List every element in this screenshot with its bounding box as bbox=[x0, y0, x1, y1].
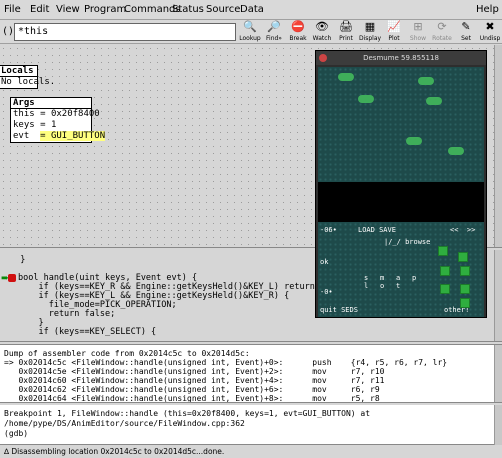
args-title: Args bbox=[11, 98, 91, 109]
cloud-sprite bbox=[406, 137, 422, 145]
green-block bbox=[460, 284, 470, 294]
toolbar: (): *this 🔍 Lookup 🔎 Find» ⛔ Break 👁 Wat… bbox=[0, 20, 502, 44]
find-button[interactable]: 🔎 Find» bbox=[262, 20, 286, 44]
find-icon: 🔎 bbox=[267, 20, 281, 33]
rotate-icon: ⟳ bbox=[437, 20, 447, 33]
emulator-window[interactable]: Desmume 59.855118 -06• LOAD SAVE << >> |… bbox=[315, 50, 487, 318]
argument-input[interactable]: *this bbox=[14, 23, 236, 41]
emulator-title: Desmume 59.855118 bbox=[363, 54, 439, 62]
green-block bbox=[440, 266, 450, 276]
menu-status[interactable]: Status bbox=[172, 4, 204, 15]
gdb-console[interactable]: Breakpoint 1, FileWindow::handle (this=0… bbox=[0, 405, 502, 445]
menubar: File Edit View Program Commands Status S… bbox=[0, 0, 502, 20]
status-text: ∆ Disassembling location 0x2014c5c to 0x… bbox=[4, 447, 225, 456]
nav-arrows[interactable]: << >> bbox=[450, 226, 475, 234]
watch-icon: 👁 bbox=[315, 20, 329, 33]
quit-button[interactable]: quit SEDS bbox=[320, 306, 358, 314]
asm-line: => 0x02014c5c <FileWindow::handle(unsign… bbox=[4, 358, 448, 367]
menu-file[interactable]: File bbox=[4, 4, 21, 15]
menu-source[interactable]: Source bbox=[206, 4, 240, 15]
print-button[interactable]: 🖨 Print bbox=[334, 20, 358, 44]
green-block bbox=[460, 266, 470, 276]
cloud-sprite bbox=[448, 147, 464, 155]
emulator-top-screen bbox=[318, 67, 484, 182]
plot-icon: 📈 bbox=[387, 20, 401, 33]
display-button[interactable]: ▦ Display bbox=[358, 20, 382, 44]
breakpoint-icon[interactable] bbox=[8, 274, 16, 282]
close-icon[interactable] bbox=[319, 54, 327, 62]
plot-button[interactable]: 📈 Plot bbox=[382, 20, 406, 44]
undisp-icon: ✖ bbox=[485, 20, 495, 33]
rotate-button[interactable]: ⟳ Rotate bbox=[430, 20, 454, 44]
machine-code-window[interactable]: Dump of assembler code from 0x2014c5c to… bbox=[0, 344, 502, 403]
break-icon: ⛔ bbox=[291, 20, 305, 33]
cloud-sprite bbox=[418, 77, 434, 85]
menu-data[interactable]: Data bbox=[240, 4, 264, 15]
green-block bbox=[458, 252, 468, 262]
data-scrollbar[interactable] bbox=[494, 45, 502, 247]
load-save-label[interactable]: LOAD SAVE bbox=[358, 226, 396, 234]
asm-line: 0x02014c64 <FileWindow::handle(unsigned … bbox=[4, 394, 380, 403]
show-icon: ⊞ bbox=[413, 20, 423, 33]
show-button[interactable]: ⊞ Show bbox=[406, 20, 430, 44]
console-scrollbar[interactable] bbox=[494, 405, 502, 445]
menu-edit[interactable]: Edit bbox=[30, 4, 49, 15]
args-row: evt = GUI_BUTTON bbox=[13, 131, 106, 141]
undisp-button[interactable]: ✖ Undisp bbox=[478, 20, 502, 44]
break-button[interactable]: ⛔ Break bbox=[286, 20, 310, 44]
locals-row: No locals. bbox=[1, 77, 56, 87]
green-block bbox=[460, 298, 470, 308]
args-display[interactable]: Args this = 0x20f8400 keys = 1 evt = GUI… bbox=[10, 97, 106, 143]
console-line: Breakpoint 1, FileWindow::handle (this=0… bbox=[4, 409, 371, 418]
menu-program[interactable]: Program bbox=[84, 4, 126, 15]
emulator-screen-gap bbox=[318, 182, 484, 222]
set-icon: ✎ bbox=[461, 20, 471, 33]
cloud-sprite bbox=[338, 73, 354, 81]
args-row: keys = 1 bbox=[13, 120, 57, 130]
lookup-icon: 🔍 bbox=[243, 20, 257, 33]
cloud-sprite bbox=[358, 95, 374, 103]
asm-line: 0x02014c60 <FileWindow::handle(unsigned … bbox=[4, 376, 385, 385]
status-bar: ∆ Disassembling location 0x2014c5c to 0x… bbox=[0, 446, 502, 458]
emulator-titlebar[interactable]: Desmume 59.855118 bbox=[316, 51, 486, 65]
print-icon: 🖨 bbox=[339, 20, 353, 33]
console-line: /home/pype/DS/AnimEditor/source/FileWind… bbox=[4, 419, 245, 428]
locals-title: Locals bbox=[0, 66, 37, 77]
source-line: } bbox=[10, 255, 26, 265]
asm-line: 0x02014c5e <FileWindow::handle(unsigned … bbox=[4, 367, 385, 376]
emulator-bottom-screen[interactable]: -06• LOAD SAVE << >> |/_/ browse ok s l … bbox=[318, 222, 484, 317]
cloud-sprite bbox=[426, 97, 442, 105]
watch-button[interactable]: 👁 Watch bbox=[310, 20, 334, 44]
green-block bbox=[440, 284, 450, 294]
source-line: if (keys==KEY_SELECT) { bbox=[18, 327, 157, 337]
green-block bbox=[438, 246, 448, 256]
console-prompt[interactable]: (gdb) bbox=[4, 429, 33, 439]
display-icon: ▦ bbox=[364, 20, 376, 33]
browse-label[interactable]: |/_/ browse bbox=[384, 238, 430, 246]
locals-display[interactable]: Locals No locals. bbox=[0, 65, 56, 89]
menu-view[interactable]: View bbox=[56, 4, 80, 15]
source-scrollbar[interactable] bbox=[494, 250, 502, 341]
machine-scrollbar[interactable] bbox=[494, 345, 502, 402]
asm-line: 0x02014c62 <FileWindow::handle(unsigned … bbox=[4, 385, 380, 394]
lookup-button[interactable]: 🔍 Lookup bbox=[238, 20, 262, 44]
asm-line: Dump of assembler code from 0x2014c5c to… bbox=[4, 349, 250, 358]
set-button[interactable]: ✎ Set bbox=[454, 20, 478, 44]
menu-help[interactable]: Help bbox=[476, 4, 499, 15]
args-row: this = 0x20f8400 bbox=[13, 109, 100, 119]
